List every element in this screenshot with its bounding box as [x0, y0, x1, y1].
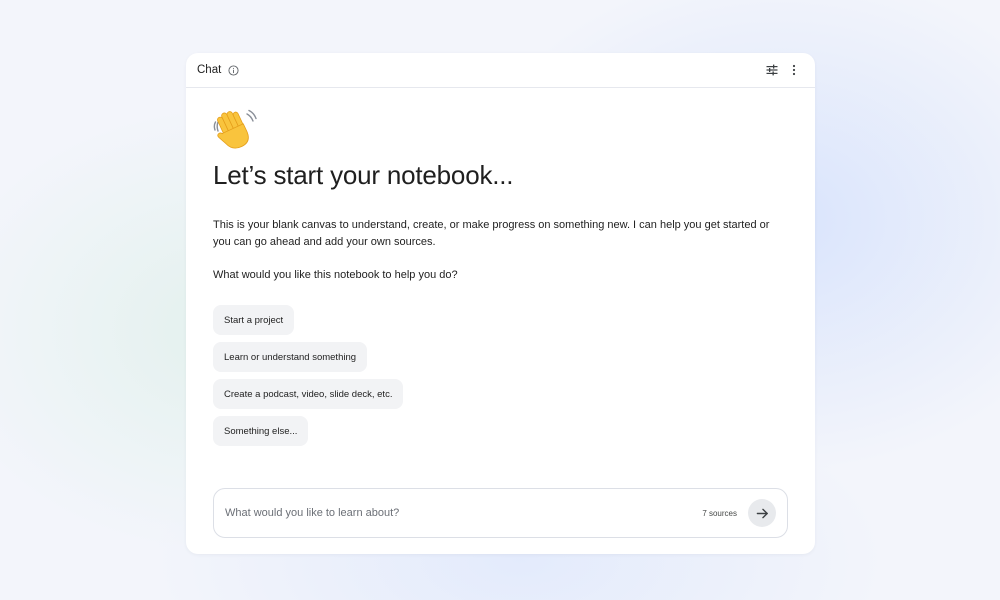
- send-button[interactable]: [748, 499, 776, 527]
- suggestion-chip-create-media[interactable]: Create a podcast, video, slide deck, etc…: [213, 379, 404, 409]
- suggestion-chip-start-project[interactable]: Start a project: [213, 305, 295, 335]
- chat-input[interactable]: [225, 507, 703, 519]
- suggestion-list: Start a project Learn or understand some…: [213, 305, 788, 446]
- chat-header: Chat: [186, 53, 815, 88]
- chat-title: Chat: [197, 64, 222, 76]
- page-title: Let’s start your notebook...: [213, 160, 514, 190]
- info-icon[interactable]: [227, 64, 239, 76]
- suggestion-chip-learn[interactable]: Learn or understand something: [213, 342, 368, 372]
- tune-icon[interactable]: [762, 60, 782, 80]
- more-vert-icon[interactable]: [784, 60, 804, 80]
- chat-panel: Chat Let’s start your notebook... This i…: [186, 53, 815, 554]
- waving-hand-emoji: [213, 108, 257, 152]
- arrow-right-icon: [756, 507, 769, 520]
- suggestion-chip-something-else[interactable]: Something else...: [213, 416, 309, 446]
- sources-count: 7 sources: [702, 508, 737, 518]
- intro-text: This is your blank canvas to understand,…: [213, 219, 770, 248]
- chat-composer: 7 sources: [213, 488, 788, 538]
- chat-empty-state: Let’s start your notebook... This is you…: [213, 108, 788, 446]
- prompt-question: What would you like this notebook to hel…: [213, 269, 458, 281]
